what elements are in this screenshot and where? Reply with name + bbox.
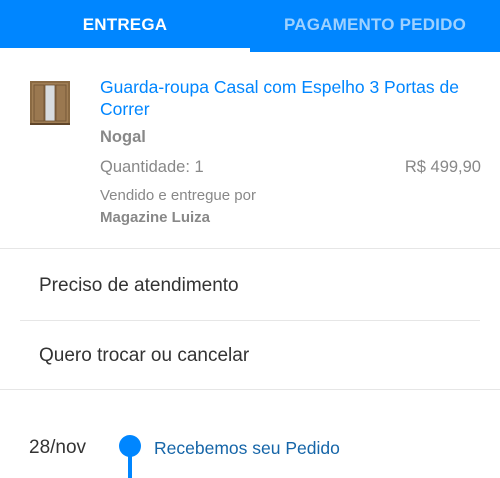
order-tab-bar: ENTREGA PAGAMENTO PEDIDO xyxy=(0,0,500,52)
exchange-cancel-menu-item[interactable]: Quero trocar ou cancelar xyxy=(39,345,249,367)
product-price: R$ 499,90 xyxy=(404,158,481,176)
seller-label: Vendido e entregue por xyxy=(100,187,256,204)
section-divider xyxy=(0,248,500,249)
timeline-dot-icon xyxy=(119,435,141,457)
product-quantity: Quantidade: 1 xyxy=(100,158,204,176)
section-divider xyxy=(0,389,500,390)
menu-divider xyxy=(20,320,480,321)
timeline-status: Recebemos seu Pedido xyxy=(154,438,340,458)
support-menu-item[interactable]: Preciso de atendimento xyxy=(39,275,239,297)
wardrobe-thumbnail xyxy=(29,80,71,126)
product-title-link[interactable]: Guarda-roupa Casal com Espelho 3 Portas … xyxy=(100,76,485,120)
order-product-card[interactable]: Guarda-roupa Casal com Espelho 3 Portas … xyxy=(0,52,500,248)
tab-delivery[interactable]: ENTREGA xyxy=(0,0,250,52)
timeline-date: 28/nov xyxy=(29,437,87,458)
product-variant: Nogal xyxy=(100,128,146,146)
seller-name: Magazine Luiza xyxy=(100,209,211,226)
tab-payment[interactable]: PAGAMENTO PEDIDO xyxy=(250,0,500,52)
